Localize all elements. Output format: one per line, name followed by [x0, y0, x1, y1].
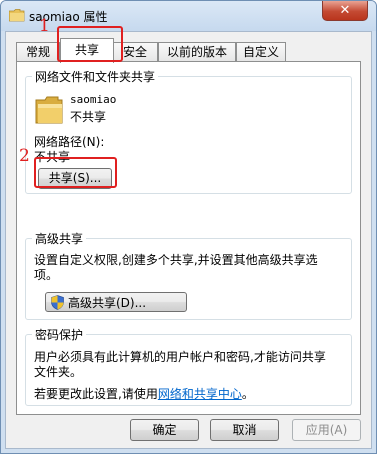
password-protection-title: 密码保护: [32, 326, 87, 343]
annotation-box-share-button: [34, 157, 117, 188]
annotation-step-2: 2: [19, 146, 30, 166]
uac-shield-icon: [51, 295, 64, 310]
annotation-box-sharing-tab: [57, 26, 123, 62]
sharing-tab-panel: 网络文件和文件夹共享 saomiao 不共享 网络路径(N): 不共享 共享(S…: [16, 61, 361, 415]
tab-previous-versions[interactable]: 以前的版本: [158, 42, 236, 61]
folder-icon: [9, 9, 25, 22]
change-setting-text: 若要更改此设置,请使用网络和共享中心。: [34, 385, 254, 402]
password-protection-description-cont: 文件夹。: [34, 365, 83, 379]
change-setting-suffix: 。: [241, 387, 254, 401]
folder-name: saomiao: [70, 93, 117, 106]
network-sharing-title: 网络文件和文件夹共享: [32, 68, 159, 85]
tab-general[interactable]: 常规: [16, 42, 60, 61]
advanced-sharing-button-label: 高级共享(D)...: [68, 296, 147, 310]
network-sharing-center-link[interactable]: 网络和共享中心: [158, 387, 242, 401]
properties-window: saomiao 属性 ✕ 常规 安全 以前的版本 自定义 共享 网络文件和文件夹…: [0, 0, 377, 454]
change-setting-prefix: 若要更改此设置,请使用: [34, 387, 158, 401]
advanced-sharing-title: 高级共享: [32, 230, 87, 247]
advanced-sharing-description: 设置自定义权限,创建多个共享,并设置其他高级共享选: [34, 253, 318, 267]
close-button[interactable]: ✕: [322, 1, 368, 21]
advanced-sharing-group: 高级共享 设置自定义权限,创建多个共享,并设置其他高级共享选 项。 高级共享(D…: [25, 230, 352, 320]
cancel-button[interactable]: 取消: [210, 419, 279, 441]
password-protection-group: 密码保护 用户必须具有此计算机的用户帐户和密码,才能访问共享 文件夹。 若要更改…: [25, 326, 352, 406]
advanced-sharing-button[interactable]: 高级共享(D)...: [45, 292, 187, 312]
folder-icon: [35, 96, 63, 124]
tab-customize[interactable]: 自定义: [236, 42, 286, 61]
apply-button[interactable]: 应用(A): [292, 419, 361, 441]
advanced-sharing-description-cont: 项。: [34, 268, 59, 282]
dialog-client-area: 常规 安全 以前的版本 自定义 共享 网络文件和文件夹共享 saomiao 不共…: [5, 31, 372, 449]
annotation-step-1: 1: [39, 16, 50, 36]
ok-button[interactable]: 确定: [130, 419, 199, 441]
folder-share-status: 不共享: [70, 110, 107, 124]
